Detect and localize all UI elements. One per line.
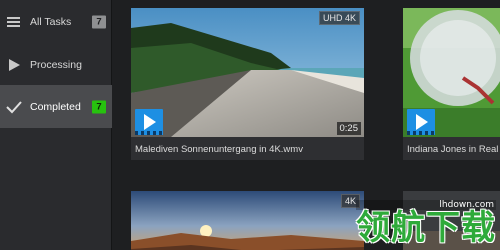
task-count-badge: 7 (92, 15, 106, 28)
video-card[interactable]: UHD 4K 0:25 Malediven Sonnenuntergang in… (131, 8, 364, 160)
sidebar-item-label: All Tasks (30, 15, 72, 28)
video-thumbnail[interactable] (403, 8, 500, 137)
check-icon (6, 100, 22, 113)
video-card[interactable]: Indiana Jones in Real (403, 8, 500, 160)
film-strip-icon (407, 131, 435, 135)
play-icon (416, 114, 428, 130)
play-icon (144, 114, 156, 130)
video-title: Indiana Jones in Real (407, 144, 499, 155)
resolution-badge: UHD 4K (318, 11, 360, 25)
completed-count-badge: 7 (92, 100, 106, 113)
sidebar-item-all-tasks[interactable]: All Tasks 7 (0, 0, 112, 43)
duration-label: 0:25 (336, 122, 361, 135)
sunset-thumbnail-image (131, 191, 364, 250)
watermark: lhdown.com 领航下载 (356, 200, 496, 246)
video-title: Malediven Sonnenuntergang in 4K.wmv (135, 144, 303, 155)
beach-thumbnail-image (131, 8, 364, 137)
play-button[interactable] (135, 109, 163, 135)
sidebar-item-completed[interactable]: Completed 7 (0, 85, 112, 128)
sidebar-item-label: Processing (30, 58, 82, 71)
video-card[interactable]: 4K (131, 191, 364, 250)
play-icon (9, 58, 20, 71)
video-thumbnail[interactable]: 4K (131, 191, 364, 250)
sidebar: All Tasks 7 Processing Completed 7 (0, 0, 112, 250)
watermark-text: 领航下载 (356, 208, 496, 248)
sidebar-item-processing[interactable]: Processing (0, 43, 112, 86)
play-button[interactable] (407, 109, 435, 135)
video-thumbnail[interactable]: UHD 4K 0:25 (131, 8, 364, 137)
sidebar-item-label: Completed (30, 100, 81, 113)
film-strip-icon (135, 131, 163, 135)
menu-icon (7, 16, 20, 27)
